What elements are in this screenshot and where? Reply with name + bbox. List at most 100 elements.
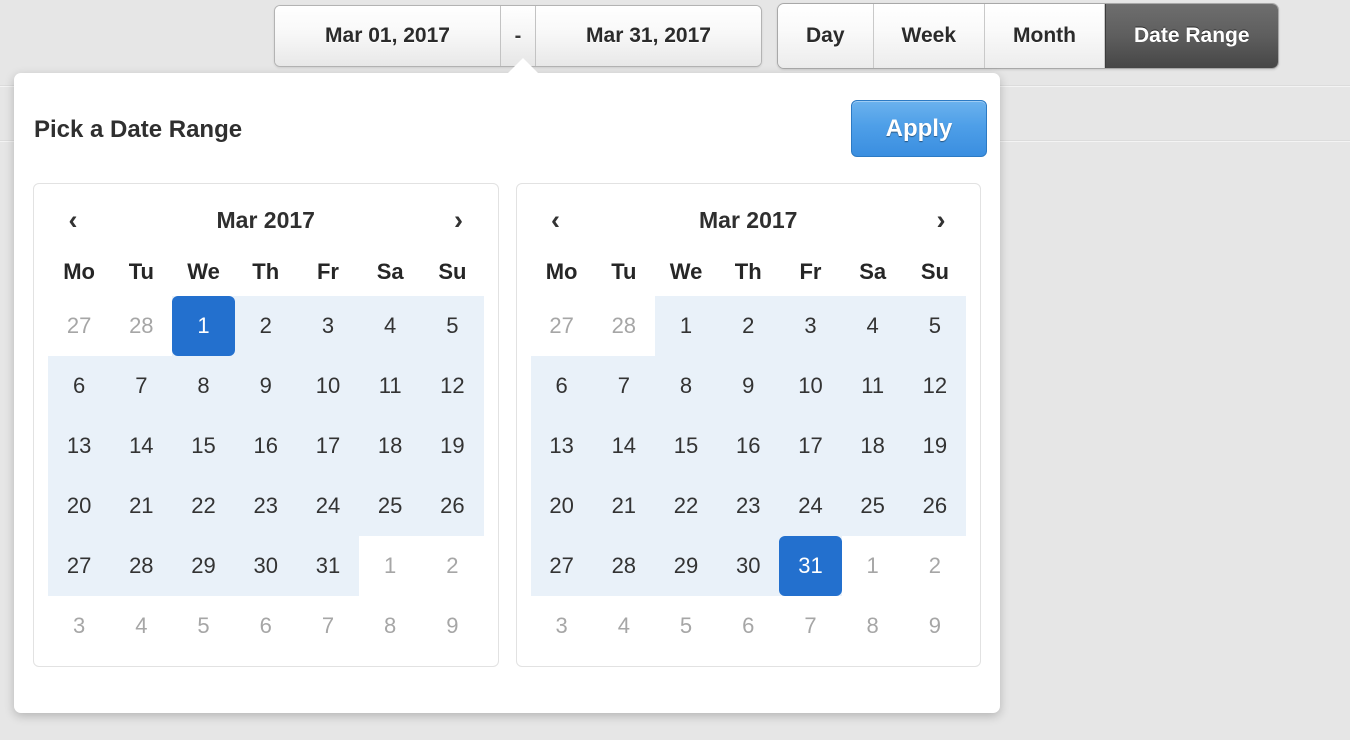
day-cell[interactable]: 10 — [779, 356, 842, 416]
day-cell[interactable]: 9 — [234, 356, 297, 416]
day-cell[interactable]: 28 — [110, 296, 172, 356]
day-cell[interactable]: 1 — [654, 296, 718, 356]
chevron-right-icon[interactable]: › — [442, 206, 476, 234]
day-cell[interactable]: 27 — [48, 536, 111, 596]
day-cell[interactable]: 29 — [654, 536, 718, 596]
day-cell[interactable]: 25 — [841, 476, 904, 536]
day-cell[interactable]: 4 — [593, 596, 655, 656]
day-label: 4 — [384, 313, 397, 338]
day-cell[interactable]: 26 — [421, 476, 484, 536]
day-cell[interactable]: 31 — [779, 536, 842, 596]
day-cell[interactable]: 15 — [654, 416, 718, 476]
day-cell[interactable]: 1 — [359, 536, 421, 596]
day-cell[interactable]: 4 — [359, 296, 422, 356]
day-cell[interactable]: 2 — [904, 536, 966, 596]
day-cell[interactable]: 24 — [296, 476, 360, 536]
day-cell[interactable]: 8 — [359, 596, 421, 656]
day-cell[interactable]: 28 — [592, 536, 655, 596]
day-cell[interactable]: 12 — [421, 356, 484, 416]
day-cell[interactable]: 29 — [172, 536, 235, 596]
day-cell[interactable]: 9 — [904, 596, 966, 656]
day-cell[interactable]: 21 — [110, 476, 173, 536]
day-cell[interactable]: 23 — [717, 476, 780, 536]
day-label: 24 — [798, 493, 823, 518]
view-button-date-range[interactable]: Date Range — [1105, 4, 1278, 68]
day-cell[interactable]: 8 — [654, 356, 718, 416]
day-cell[interactable]: 7 — [779, 596, 841, 656]
day-cell[interactable]: 1 — [172, 296, 235, 356]
day-cell[interactable]: 28 — [110, 536, 173, 596]
day-cell[interactable]: 27 — [48, 296, 110, 356]
day-cell[interactable]: 3 — [531, 596, 593, 656]
day-cell[interactable]: 18 — [841, 416, 904, 476]
day-cell[interactable]: 9 — [717, 356, 780, 416]
day-cell[interactable]: 17 — [296, 416, 360, 476]
day-cell[interactable]: 21 — [592, 476, 655, 536]
day-cell[interactable]: 3 — [296, 296, 360, 356]
day-cell[interactable]: 24 — [779, 476, 842, 536]
day-cell[interactable]: 14 — [110, 416, 173, 476]
day-cell[interactable]: 4 — [110, 596, 172, 656]
day-cell[interactable]: 27 — [531, 296, 593, 356]
day-label: 2 — [259, 313, 272, 338]
day-cell[interactable]: 7 — [110, 356, 173, 416]
day-cell[interactable]: 31 — [296, 536, 360, 596]
day-cell[interactable]: 2 — [234, 296, 297, 356]
day-cell[interactable]: 15 — [172, 416, 235, 476]
day-cell[interactable]: 4 — [841, 296, 904, 356]
day-cell[interactable]: 1 — [842, 536, 904, 596]
weekday-header: We — [187, 259, 220, 284]
day-cell[interactable]: 2 — [421, 536, 483, 596]
day-cell[interactable]: 11 — [359, 356, 422, 416]
day-cell[interactable]: 3 — [779, 296, 842, 356]
day-cell[interactable]: 26 — [903, 476, 966, 536]
day-cell[interactable]: 23 — [234, 476, 297, 536]
day-cell[interactable]: 30 — [234, 536, 297, 596]
day-cell[interactable]: 11 — [841, 356, 904, 416]
day-cell[interactable]: 14 — [592, 416, 655, 476]
day-cell[interactable]: 5 — [903, 296, 966, 356]
day-cell[interactable]: 17 — [779, 416, 842, 476]
day-cell[interactable]: 6 — [235, 596, 297, 656]
chevron-left-icon[interactable]: ‹ — [56, 206, 90, 234]
day-cell[interactable]: 30 — [717, 536, 780, 596]
date-range-end-field[interactable]: Mar 31, 2017 — [536, 6, 761, 66]
day-cell[interactable]: 19 — [903, 416, 966, 476]
day-cell[interactable]: 7 — [297, 596, 359, 656]
day-cell[interactable]: 5 — [421, 296, 484, 356]
day-cell[interactable]: 19 — [421, 416, 484, 476]
day-cell[interactable]: 2 — [717, 296, 780, 356]
view-button-day[interactable]: Day — [778, 4, 874, 68]
day-cell[interactable]: 7 — [592, 356, 655, 416]
day-cell[interactable]: 27 — [530, 536, 593, 596]
day-cell[interactable]: 5 — [655, 596, 717, 656]
day-cell[interactable]: 6 — [530, 356, 593, 416]
day-cell[interactable]: 8 — [842, 596, 904, 656]
day-cell[interactable]: 28 — [593, 296, 655, 356]
day-cell[interactable]: 8 — [172, 356, 235, 416]
view-button-week[interactable]: Week — [873, 4, 986, 68]
day-cell[interactable]: 13 — [530, 416, 593, 476]
day-cell[interactable]: 10 — [296, 356, 360, 416]
day-cell[interactable]: 5 — [172, 596, 234, 656]
view-button-month[interactable]: Month — [985, 4, 1105, 68]
day-cell[interactable]: 13 — [48, 416, 111, 476]
day-cell[interactable]: 6 — [717, 596, 779, 656]
chevron-left-icon[interactable]: ‹ — [539, 206, 573, 234]
chevron-right-icon[interactable]: › — [924, 206, 958, 234]
day-cell[interactable]: 22 — [172, 476, 235, 536]
day-label: 9 — [742, 373, 755, 398]
day-cell[interactable]: 18 — [359, 416, 422, 476]
day-cell[interactable]: 16 — [234, 416, 297, 476]
day-cell[interactable]: 22 — [654, 476, 718, 536]
day-cell[interactable]: 3 — [48, 596, 110, 656]
day-cell[interactable]: 20 — [48, 476, 111, 536]
day-cell[interactable]: 25 — [359, 476, 422, 536]
day-cell[interactable]: 16 — [717, 416, 780, 476]
day-cell[interactable]: 12 — [903, 356, 966, 416]
day-cell[interactable]: 9 — [421, 596, 483, 656]
day-cell[interactable]: 20 — [530, 476, 593, 536]
day-cell[interactable]: 6 — [48, 356, 111, 416]
apply-button[interactable]: Apply — [851, 100, 987, 157]
date-range-start-field[interactable]: Mar 01, 2017 — [275, 6, 500, 66]
